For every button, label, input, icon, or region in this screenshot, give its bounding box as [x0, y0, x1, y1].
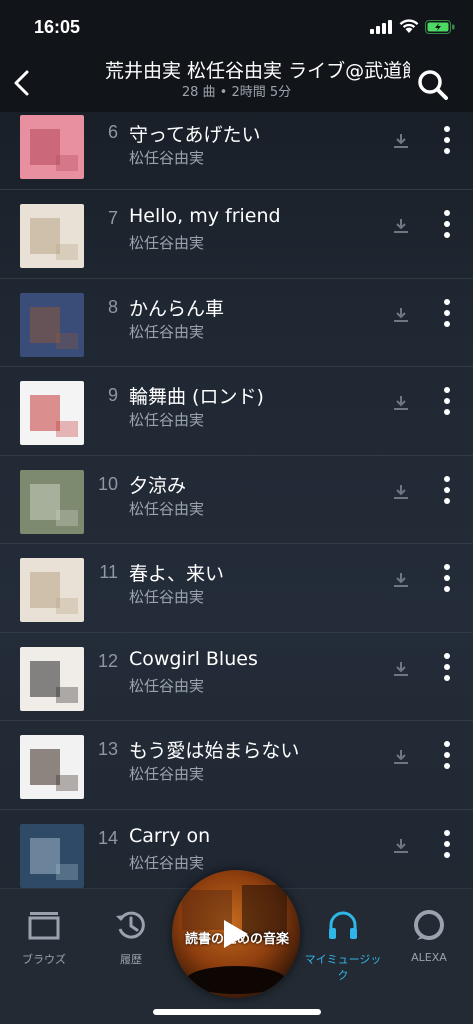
- tab-browse-label: ブラウズ: [22, 953, 66, 966]
- track-row[interactable]: 11 春よ、来い 松任谷由実: [0, 544, 473, 633]
- more-options-icon[interactable]: [440, 739, 454, 771]
- album-art: [20, 115, 84, 179]
- track-row[interactable]: 8 かんらん車 松任谷由実: [0, 279, 473, 367]
- more-options-icon[interactable]: [440, 208, 454, 240]
- tab-history-label: 履歴: [120, 953, 142, 966]
- browse-icon: [28, 912, 60, 940]
- play-icon: [224, 920, 248, 948]
- album-art: [20, 646, 84, 711]
- track-artist: 松任谷由実: [129, 765, 205, 783]
- tab-my-music-label: マイミュージック: [304, 953, 382, 982]
- download-icon[interactable]: [392, 837, 410, 855]
- more-options-icon[interactable]: [440, 474, 454, 506]
- track-row[interactable]: 7 Hello, my friend 松任谷由実: [0, 190, 473, 279]
- track-title: 春よ、来い: [129, 563, 225, 585]
- download-icon[interactable]: [392, 132, 410, 150]
- track-title: Hello, my friend: [129, 205, 281, 227]
- alexa-icon: [414, 910, 444, 940]
- status-time: 16:05: [34, 17, 81, 37]
- tab-my-music[interactable]: マイミュージック: [303, 907, 383, 983]
- album-art: [20, 204, 84, 268]
- track-row[interactable]: 10 夕涼み 松任谷由実: [0, 456, 473, 544]
- track-number: 9: [107, 385, 118, 405]
- wifi-icon: [399, 19, 419, 33]
- track-title: 夕涼み: [129, 474, 187, 497]
- album-art: [20, 469, 84, 534]
- more-options-icon[interactable]: [440, 297, 454, 329]
- track-artist: 松任谷由実: [129, 234, 205, 252]
- track-title: 守ってあげたい: [129, 124, 261, 146]
- track-row[interactable]: 13 もう愛は始まらない 松任谷由実: [0, 721, 473, 810]
- download-icon[interactable]: [392, 217, 410, 235]
- tab-browse[interactable]: ブラウズ: [4, 907, 84, 967]
- track-number: 8: [107, 296, 118, 317]
- history-icon: [116, 911, 145, 939]
- more-options-icon[interactable]: [440, 385, 454, 417]
- track-number: 11: [99, 562, 118, 582]
- track-number: 7: [107, 208, 118, 228]
- status-bar: 16:05: [0, 0, 473, 52]
- more-options-icon[interactable]: [440, 124, 454, 156]
- track-row[interactable]: 9 輪舞曲 (ロンド) 松任谷由実: [0, 367, 473, 456]
- album-art: [20, 558, 84, 622]
- download-icon[interactable]: [392, 571, 410, 589]
- more-options-icon[interactable]: [440, 828, 454, 860]
- track-title: Cowgirl Blues: [129, 647, 258, 670]
- more-options-icon[interactable]: [440, 562, 454, 594]
- album-art: [20, 381, 84, 445]
- page-title: 荒井由実 松任谷由実 ライブ@武道館: [105, 60, 410, 82]
- tab-alexa[interactable]: ALEXA: [389, 907, 469, 964]
- download-icon[interactable]: [392, 748, 410, 766]
- home-indicator: [153, 1009, 321, 1015]
- track-artist: 松任谷由実: [129, 411, 205, 429]
- track-row[interactable]: 12 Cowgirl Blues 松任谷由実: [0, 633, 473, 721]
- track-row[interactable]: 6 守ってあげたい 松任谷由実: [0, 112, 473, 190]
- track-number: 13: [97, 739, 118, 759]
- track-title: Carry on: [129, 824, 211, 847]
- track-number: 14: [97, 827, 118, 848]
- more-options-icon[interactable]: [440, 651, 454, 683]
- search-icon[interactable]: [416, 68, 450, 102]
- headphones-icon: [329, 911, 357, 939]
- tab-alexa-label: ALEXA: [411, 951, 447, 964]
- track-title: かんらん車: [129, 297, 225, 320]
- track-number: 12: [97, 650, 118, 671]
- track-number: 10: [97, 473, 118, 494]
- album-art: [20, 292, 84, 357]
- track-artist: 松任谷由実: [129, 322, 205, 341]
- download-icon[interactable]: [392, 483, 410, 501]
- download-icon[interactable]: [392, 306, 410, 324]
- track-title: 輪舞曲 (ロンド): [129, 386, 264, 408]
- track-artist: 松任谷由実: [129, 149, 205, 167]
- track-number: 6: [107, 122, 118, 142]
- now-playing-button[interactable]: 読書のための音楽: [172, 870, 300, 998]
- album-art: [20, 823, 84, 888]
- track-artist: 松任谷由実: [129, 676, 205, 695]
- battery-charging-icon: [425, 20, 455, 34]
- page-subtitle: 28 曲 • 2時間 5分: [181, 85, 292, 100]
- cellular-signal-icon: [370, 20, 392, 34]
- playlist-header: 荒井由実 松任谷由実 ライブ@武道館 28 曲 • 2時間 5分: [0, 52, 473, 112]
- album-art: [20, 735, 84, 799]
- track-artist: 松任谷由実: [129, 588, 205, 606]
- track-title: もう愛は始まらない: [129, 740, 300, 762]
- track-list: 6 守ってあげたい 松任谷由実 7 Hello, my friend 松任谷由実: [0, 112, 473, 888]
- tab-history[interactable]: 履歴: [91, 907, 171, 967]
- track-artist: 松任谷由実: [129, 499, 205, 518]
- page: 16:05 荒井由実 松任谷由実 ライブ@武道館 28 曲 • 2時間 5分 6…: [0, 0, 473, 1024]
- download-icon[interactable]: [392, 660, 410, 678]
- download-icon[interactable]: [392, 394, 410, 412]
